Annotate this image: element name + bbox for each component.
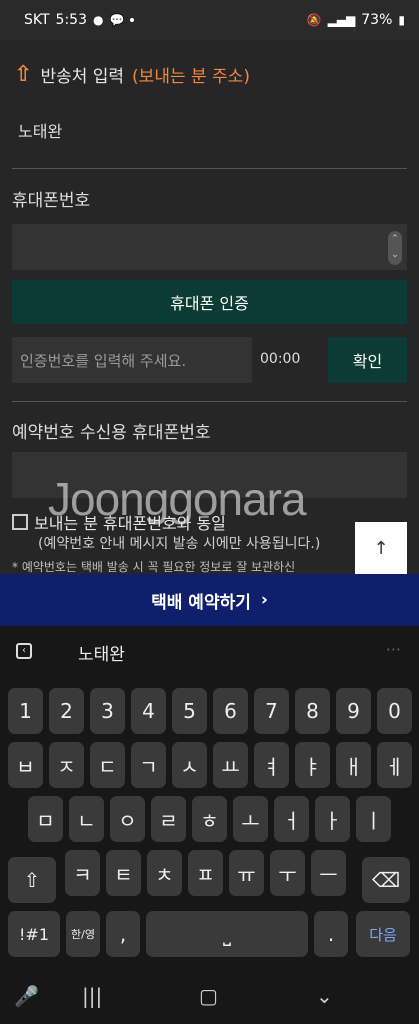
consonant-vowel-key[interactable]: ㅔ bbox=[377, 742, 412, 788]
period-key[interactable]: . bbox=[314, 911, 348, 957]
digit-key[interactable]: 6 bbox=[213, 688, 248, 734]
scroll-top-button[interactable]: ↑ bbox=[355, 522, 407, 574]
section-title-highlight: (보내는 분 주소) bbox=[132, 67, 250, 87]
consonant-vowel-key[interactable]: ㅈ bbox=[49, 742, 84, 788]
suggestion-word[interactable]: 노태완 bbox=[78, 640, 125, 665]
phone-spinner-icon[interactable]: ⌃ ⌄ bbox=[388, 231, 402, 265]
same-as-sender-label: 보내는 분 휴대폰번호와 동일 bbox=[34, 514, 226, 533]
phone-label: 휴대폰번호 bbox=[12, 191, 91, 211]
consonant-vowel-key[interactable]: ㅛ bbox=[213, 742, 248, 788]
more-icon[interactable]: ··· bbox=[386, 640, 401, 659]
back-chevron-icon[interactable]: ⌄ bbox=[316, 984, 333, 1008]
consonant-vowel-key[interactable]: ㅌ bbox=[106, 850, 141, 896]
section-title: 반송처 입력 bbox=[40, 67, 125, 87]
keyboard: ‹ 노태완 ··· 1234567890 ㅂㅈㄷㄱㅅㅛㅕㅑㅐㅔ ㅁㄴㅇㄹㅎㅗㅓㅏ… bbox=[0, 626, 419, 1024]
digit-key[interactable]: 7 bbox=[254, 688, 289, 734]
digit-key[interactable]: 2 bbox=[49, 688, 84, 734]
notification-dot-icon bbox=[130, 18, 135, 22]
recent-apps-icon[interactable]: ||| bbox=[82, 984, 102, 1008]
return-address-form: ⇧ 반송처 입력 (보내는 분 주소) 노태완 휴대폰번호 ⌃ ⌄ 휴대폰 인증 … bbox=[0, 40, 419, 574]
consonant-vowel-key[interactable]: ㅍ bbox=[188, 850, 223, 896]
cert-code-input[interactable]: 인증번호를 입력해 주세요. bbox=[12, 337, 252, 383]
system-nav-bar: 🎤 ||| ▢ ⌄ bbox=[0, 968, 419, 1024]
consonant-vowel-key[interactable]: ㅜ bbox=[270, 850, 305, 896]
shift-key[interactable]: ⇧ bbox=[8, 857, 56, 903]
return-arrow-icon: ⇧ bbox=[14, 62, 33, 87]
clock: 5:53 bbox=[55, 12, 87, 28]
same-as-sender-option[interactable]: 보내는 분 휴대폰번호와 동일 bbox=[12, 510, 226, 534]
phone-input[interactable]: ⌃ ⌄ bbox=[12, 224, 407, 270]
reserve-phone-label: 예약번호 수신용 휴대폰번호 bbox=[12, 423, 211, 443]
message-icon: ● bbox=[93, 13, 104, 27]
enter-key[interactable]: 다음 bbox=[356, 911, 410, 957]
consonant-vowel-key[interactable]: ㅁ bbox=[28, 796, 63, 842]
chat-icon: 💬 bbox=[109, 13, 125, 27]
battery-percent: 73% bbox=[361, 12, 393, 28]
signal-icon: ▂▄▆ bbox=[327, 13, 356, 27]
language-key[interactable]: 한/영 bbox=[66, 911, 100, 957]
footnote: * 예약번호는 택배 발송 시 꼭 필요한 정보로 잘 보관하신 bbox=[12, 560, 296, 574]
carrier-label: SKT bbox=[24, 12, 50, 28]
consonant-vowel-key[interactable]: ㅎ bbox=[192, 796, 227, 842]
symbols-key[interactable]: !#1 bbox=[8, 911, 60, 957]
home-icon[interactable]: ▢ bbox=[199, 984, 218, 1008]
digit-key[interactable]: 1 bbox=[8, 688, 43, 734]
backspace-key[interactable]: ⌫ bbox=[362, 857, 410, 903]
reserve-delivery-label: 택배 예약하기 bbox=[151, 592, 251, 613]
consonant-vowel-key[interactable]: ㅐ bbox=[336, 742, 371, 788]
consonant-vowel-key[interactable]: ㅇ bbox=[110, 796, 145, 842]
consonant-vowel-key[interactable]: ㅡ bbox=[311, 850, 346, 896]
collapse-icon[interactable]: ‹ bbox=[16, 643, 32, 659]
digit-key[interactable]: 3 bbox=[90, 688, 125, 734]
chevron-right-icon: › bbox=[260, 590, 268, 610]
battery-icon: ▮ bbox=[398, 13, 405, 27]
same-as-sender-checkbox[interactable] bbox=[12, 514, 28, 530]
digit-key[interactable]: 8 bbox=[295, 688, 330, 734]
microphone-icon[interactable]: 🎤 bbox=[14, 984, 39, 1008]
consonant-vowel-key[interactable]: ㅕ bbox=[254, 742, 289, 788]
cert-timer: 00:00 bbox=[260, 351, 301, 367]
consonant-vowel-key[interactable]: ㅗ bbox=[233, 796, 268, 842]
suggestion-bar: ‹ 노태완 ··· bbox=[0, 626, 419, 678]
consonant-vowel-key[interactable]: ㄹ bbox=[151, 796, 186, 842]
consonant-vowel-key[interactable]: ㅂ bbox=[8, 742, 43, 788]
reserve-delivery-button[interactable]: 택배 예약하기 › bbox=[0, 574, 419, 626]
consonant-vowel-key[interactable]: ㅓ bbox=[274, 796, 309, 842]
consonant-vowel-key[interactable]: ㄱ bbox=[131, 742, 166, 788]
digit-key[interactable]: 5 bbox=[172, 688, 207, 734]
space-key[interactable]: ⎵ bbox=[146, 911, 308, 957]
consonant-vowel-key[interactable]: ㄷ bbox=[90, 742, 125, 788]
divider bbox=[12, 168, 407, 169]
status-bar: SKT 5:53 ● 💬 🔕 ▂▄▆ 73% ▮ bbox=[0, 0, 419, 40]
section-header: ⇧ 반송처 입력 (보내는 분 주소) bbox=[14, 62, 250, 87]
divider bbox=[12, 401, 407, 402]
consonant-vowel-key[interactable]: ㄴ bbox=[69, 796, 104, 842]
digit-key[interactable]: 0 bbox=[377, 688, 412, 734]
sender-name-field[interactable]: 노태완 bbox=[18, 118, 62, 142]
consonant-vowel-key[interactable]: ㅏ bbox=[315, 796, 350, 842]
mute-icon: 🔕 bbox=[306, 13, 322, 27]
consonant-vowel-key[interactable]: ㅋ bbox=[65, 850, 100, 896]
same-as-sender-note: (예약번호 안내 메시지 발송 시에만 사용됩니다.) bbox=[38, 536, 321, 552]
consonant-vowel-key[interactable]: ㅅ bbox=[172, 742, 207, 788]
consonant-vowel-key[interactable]: ㅠ bbox=[229, 850, 264, 896]
consonant-vowel-key[interactable]: ㅊ bbox=[147, 850, 182, 896]
digit-key[interactable]: 9 bbox=[336, 688, 371, 734]
comma-key[interactable]: , bbox=[106, 911, 140, 957]
confirm-button[interactable]: 확인 bbox=[328, 337, 407, 383]
consonant-vowel-key[interactable]: ㅑ bbox=[295, 742, 330, 788]
phone-verify-button[interactable]: 휴대폰 인증 bbox=[12, 280, 407, 324]
digit-key[interactable]: 4 bbox=[131, 688, 166, 734]
consonant-vowel-key[interactable]: ㅣ bbox=[356, 796, 391, 842]
